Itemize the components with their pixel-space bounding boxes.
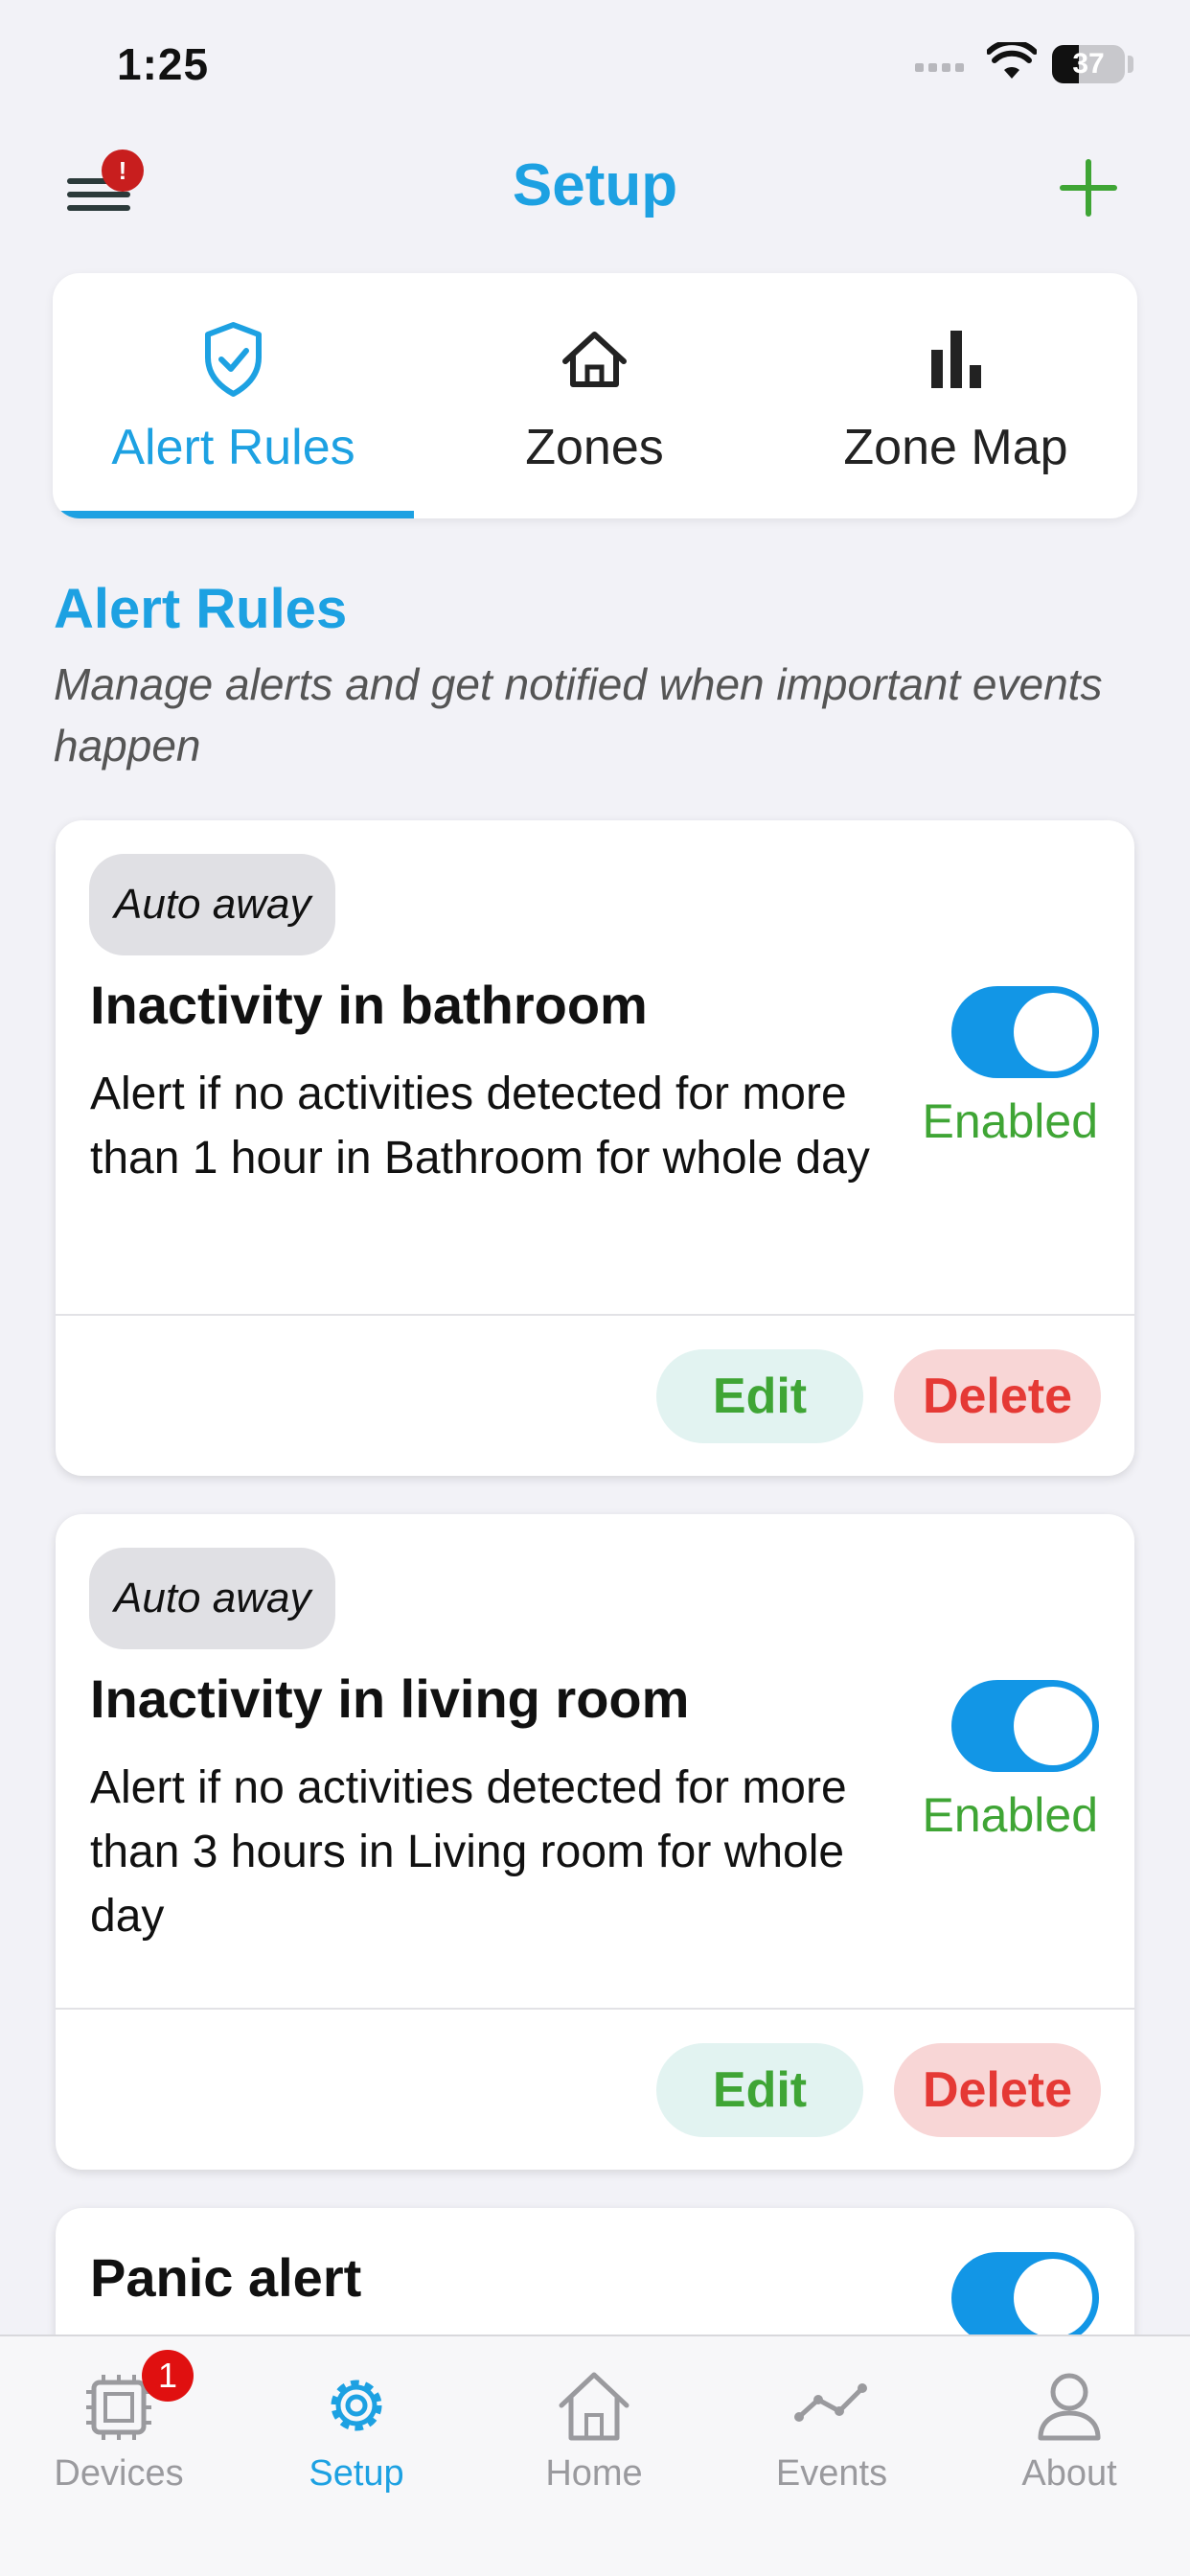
divider <box>56 2008 1134 2010</box>
rule-status-label: Enabled <box>922 1094 1099 1148</box>
delete-button[interactable]: Delete <box>894 1349 1101 1443</box>
rule-type-tag: Auto away <box>89 854 336 955</box>
tab-zones[interactable]: Zones <box>414 273 775 518</box>
rule-status-label: Enabled <box>922 1788 1099 1842</box>
section-title: Alert Rules <box>54 578 348 640</box>
rule-description: Alert if no activities detected for more… <box>90 1069 870 1184</box>
nav-events[interactable]: Events <box>713 2336 950 2576</box>
home-icon <box>559 2372 629 2441</box>
bottom-tab-bar: 1 Devices Setup Home Events About <box>0 2334 1190 2576</box>
active-tab-indicator <box>53 511 414 518</box>
tab-label: Zone Map <box>843 420 1068 475</box>
shield-check-icon <box>205 322 262 397</box>
nav-label: Devices <box>54 2453 184 2494</box>
tab-label: Zones <box>525 420 664 475</box>
nav-label: Events <box>775 2453 888 2494</box>
edit-button[interactable]: Edit <box>656 2043 863 2137</box>
status-bar: 1:25 37 <box>0 0 1190 129</box>
section-subtitle: Manage alerts and get notified when impo… <box>54 659 1103 770</box>
rule-description: Alert if no activities detected for more… <box>90 1762 847 1942</box>
nav-label: About <box>1021 2453 1117 2494</box>
rule-type-tag: Auto away <box>89 1548 336 1649</box>
edit-button[interactable]: Edit <box>656 1349 863 1443</box>
devices-badge: 1 <box>142 2350 194 2402</box>
home-icon <box>562 332 627 387</box>
rule-enabled-toggle[interactable] <box>951 2252 1099 2344</box>
wifi-icon <box>987 42 1037 79</box>
status-time: 1:25 <box>117 39 210 89</box>
nav-home[interactable]: Home <box>475 2336 713 2576</box>
toggle-knob <box>1014 1687 1092 1765</box>
toggle-knob <box>1014 993 1092 1071</box>
user-icon <box>1038 2373 1101 2441</box>
divider <box>56 1314 1134 1316</box>
bar-chart-icon <box>931 331 981 388</box>
battery-icon: 37 <box>1052 45 1125 83</box>
nav-setup[interactable]: Setup <box>238 2336 475 2576</box>
setup-tabs: Alert Rules Zones Zone Map <box>53 273 1137 518</box>
cellular-signal-icon <box>915 59 969 77</box>
nav-about[interactable]: About <box>950 2336 1188 2576</box>
rule-enabled-toggle[interactable] <box>951 1680 1099 1772</box>
setup-screen: 1:25 37 ! Setup Alert Rules Zones Zone M… <box>0 0 1190 2576</box>
tab-label: Alert Rules <box>111 420 355 475</box>
tab-zone-map[interactable]: Zone Map <box>775 273 1136 518</box>
add-rule-button[interactable] <box>1056 155 1121 220</box>
page-title: Setup <box>512 152 678 218</box>
battery-nub <box>1128 56 1133 73</box>
toggle-knob <box>1014 2259 1092 2337</box>
chip-icon <box>86 2375 151 2440</box>
rule-card: Auto away Inactivity in living room Aler… <box>56 1514 1134 2170</box>
rule-title: Inactivity in living room <box>90 1668 690 1729</box>
nav-devices[interactable]: 1 Devices <box>0 2336 238 2576</box>
gear-icon <box>331 2380 382 2431</box>
app-header: ! Setup <box>0 134 1190 240</box>
rule-card: Auto away Inactivity in bathroom Alert i… <box>56 820 1134 1476</box>
tab-alert-rules[interactable]: Alert Rules <box>53 273 414 518</box>
trend-line-icon <box>794 2383 867 2422</box>
battery-level: 37 <box>1072 48 1105 80</box>
rule-title: Panic alert <box>90 2247 362 2308</box>
delete-button[interactable]: Delete <box>894 2043 1101 2137</box>
nav-label: Home <box>545 2453 643 2494</box>
rule-enabled-toggle[interactable] <box>951 986 1099 1078</box>
rule-title: Inactivity in bathroom <box>90 975 648 1035</box>
nav-label: Setup <box>309 2453 404 2494</box>
